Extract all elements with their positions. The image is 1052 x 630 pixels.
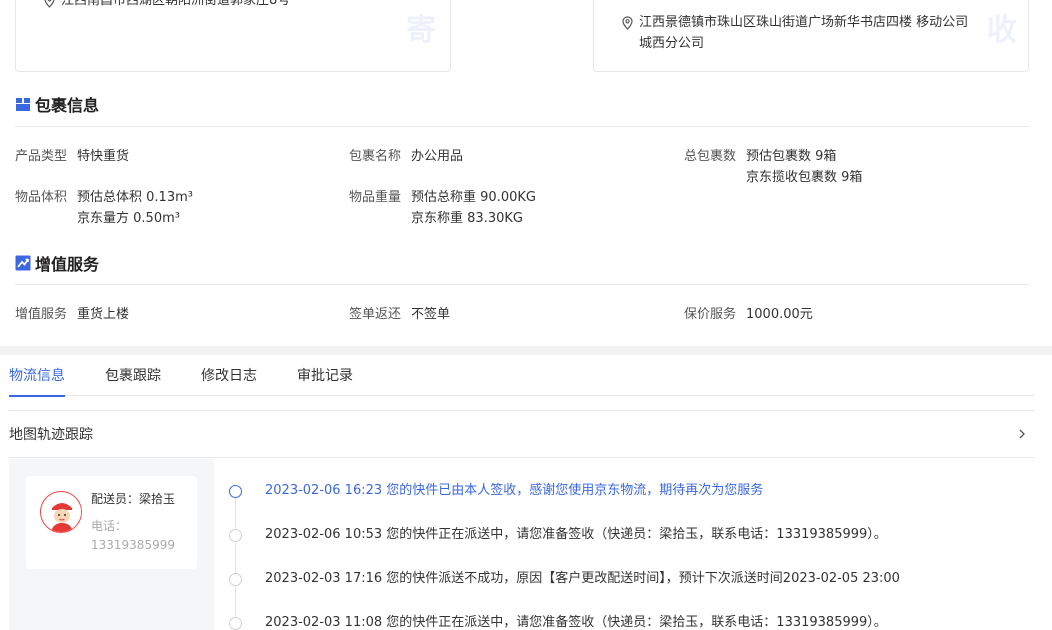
receiver-address-line2: 城西分公司 <box>639 36 705 51</box>
package-divider <box>15 126 1029 127</box>
package-icon <box>16 98 30 111</box>
service-label: 增值服务 <box>15 307 68 322</box>
receipt-value: 不签单 <box>411 307 451 322</box>
receiver-badge: 收 <box>987 13 1017 48</box>
courier-avatar <box>40 491 82 533</box>
product-type-field: 产品类型 特快重货 <box>15 146 129 167</box>
receipt-label: 签单返还 <box>349 307 402 322</box>
tab-approval-records[interactable]: 审批记录 <box>297 356 353 396</box>
volume-label: 物品体积 <box>15 190 68 205</box>
package-section-title: 包裹信息 <box>15 92 99 116</box>
tab-logistics-info[interactable]: 物流信息 <box>9 356 65 397</box>
tracking-event-text: 您的快件派送不成功，原因【客户更改配送时间】，预计下次派送时间2023-02-0… <box>386 571 900 586</box>
courier-name: 配送员：梁拾玉 <box>91 492 176 506</box>
timeline-line <box>235 498 236 630</box>
section-separator <box>0 346 1052 355</box>
weight-jd: 京东称重 83.30KG <box>411 211 523 226</box>
timeline-dot-icon <box>229 528 242 542</box>
weight-field: 物品重量 预估总称重 90.00KG 京东称重 83.30KG <box>349 187 536 229</box>
sender-address-text: 江西南昌市西湖区朝阳洲街道郭家庄8号 <box>61 0 291 8</box>
package-name-label: 包裹名称 <box>349 149 402 164</box>
courier-panel: 配送员：梁拾玉 电话： 13319385999 <box>9 459 214 630</box>
tracking-event: 2023-02-06 10:53 您的快件正在派送中，请您准备签收（快递员：梁拾… <box>229 525 887 545</box>
product-type-label: 产品类型 <box>15 149 68 164</box>
tracking-event: 2023-02-03 11:08 您的快件正在派送中，请您准备签收（快递员：梁拾… <box>229 613 887 630</box>
tracking-event: 2023-02-03 17:16 您的快件派送不成功，原因【客户更改配送时间】，… <box>229 569 900 589</box>
sender-address-card: 江西南昌市西湖区朝阳洲街道郭家庄8号 寄 <box>15 0 451 72</box>
total-packages-label: 总包裹数 <box>684 149 737 164</box>
value-added-section-title: 增值服务 <box>15 251 99 275</box>
insurance-label: 保价服务 <box>684 307 737 322</box>
timeline-dot-icon <box>229 484 242 498</box>
tracking-event-time: 2023-02-06 16:23 <box>265 483 383 498</box>
total-packages-est: 预估包裹数 9箱 <box>746 149 837 164</box>
trend-chart-icon <box>15 255 31 271</box>
location-pin-icon <box>44 0 55 8</box>
receiver-address: 江西景德镇市珠山区珠山街道广场新华书店四楼 移动公司 城西分公司 <box>622 12 968 54</box>
courier-avatar-icon <box>42 493 81 532</box>
receiver-address-line1: 江西景德镇市珠山区珠山街道广场新华书店四楼 移动公司 <box>639 15 969 30</box>
courier-card: 配送员：梁拾玉 电话： 13319385999 <box>26 476 197 569</box>
timeline-dot-icon <box>229 572 242 586</box>
timeline-dot-icon <box>229 616 242 630</box>
tracking-event-text: 您的快件已由本人签收，感谢您使用京东物流，期待再次为您服务 <box>386 483 764 498</box>
location-pin-icon <box>622 16 633 30</box>
map-tracking-row[interactable]: 地图轨迹跟踪 <box>9 410 1035 458</box>
sender-badge: 寄 <box>406 13 436 48</box>
sender-address: 江西南昌市西湖区朝阳洲街道郭家庄8号 <box>44 0 290 11</box>
tracking-event: 2023-02-06 16:23 您的快件已由本人签收，感谢您使用京东物流，期待… <box>229 481 763 501</box>
tracking-event-time: 2023-02-03 17:16 <box>265 571 383 586</box>
total-packages-field: 总包裹数 预估包裹数 9箱 京东揽收包裹数 9箱 <box>684 146 862 188</box>
insurance-value: 1000.00元 <box>746 307 813 322</box>
tracking-event-text: 您的快件正在派送中，请您准备签收（快递员：梁拾玉，联系电话：1331938599… <box>386 615 887 630</box>
tab-package-tracking[interactable]: 包裹跟踪 <box>105 356 161 396</box>
courier-phone: 13319385999 <box>91 538 175 552</box>
volume-jd: 京东量方 0.50m³ <box>77 211 180 226</box>
tracking-event-time: 2023-02-06 10:53 <box>265 527 383 542</box>
total-packages-jd: 京东揽收包裹数 9箱 <box>746 170 863 185</box>
map-tracking-title: 地图轨迹跟踪 <box>9 427 93 443</box>
tab-change-log[interactable]: 修改日志 <box>201 356 257 396</box>
service-field: 增值服务 重货上楼 <box>15 304 129 325</box>
weight-label: 物品重量 <box>349 190 402 205</box>
volume-est: 预估总体积 0.13m³ <box>77 190 193 205</box>
volume-field: 物品体积 预估总体积 0.13m³ 京东量方 0.50m³ <box>15 187 193 229</box>
weight-est: 预估总称重 90.00KG <box>411 190 536 205</box>
receipt-field: 签单返还 不签单 <box>349 304 450 325</box>
insurance-field: 保价服务 1000.00元 <box>684 304 813 325</box>
package-name-field: 包裹名称 办公用品 <box>349 146 463 167</box>
tracking-event-time: 2023-02-03 11:08 <box>265 615 383 630</box>
value-added-divider <box>15 284 1029 285</box>
logistics-tabs: 物流信息 包裹跟踪 修改日志 审批记录 <box>9 356 1035 397</box>
package-name-value: 办公用品 <box>411 149 464 164</box>
tracking-event-text: 您的快件正在派送中，请您准备签收（快递员：梁拾玉，联系电话：1331938599… <box>386 527 887 542</box>
courier-phone-label: 电话： <box>91 519 128 533</box>
product-type-value: 特快重货 <box>77 149 130 164</box>
service-value: 重货上楼 <box>77 307 130 322</box>
receiver-address-card: 江西景德镇市珠山区珠山街道广场新华书店四楼 移动公司 城西分公司 收 <box>593 0 1029 72</box>
chevron-right-icon[interactable] <box>1017 429 1027 439</box>
